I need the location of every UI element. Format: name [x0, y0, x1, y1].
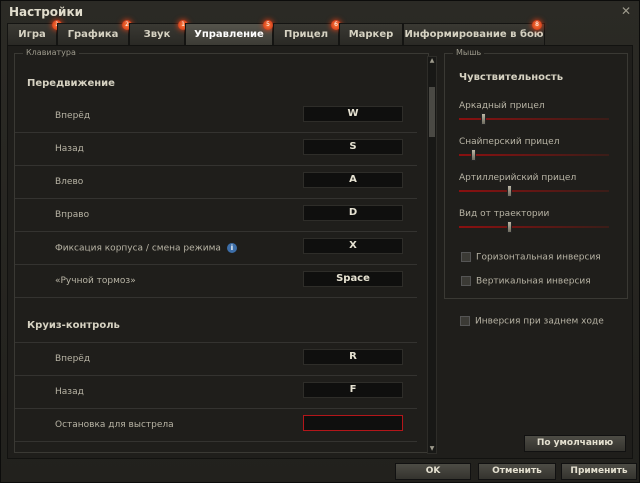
- tab-graphics[interactable]: Графика 2: [57, 20, 132, 45]
- slider-label: Снайперский прицел: [459, 137, 560, 147]
- section-cruise-title: Круиз-контроль: [27, 320, 120, 331]
- sensitivity-title: Чувствительность: [459, 72, 564, 83]
- horizontal-inversion-checkbox[interactable]: Горизонтальная инверсия: [461, 252, 601, 263]
- key-binding-field[interactable]: S: [303, 139, 403, 155]
- apply-button[interactable]: Применить: [561, 463, 637, 480]
- checkbox-box[interactable]: [461, 276, 471, 286]
- list-item: Фиксация корпуса / смена режима i X: [15, 232, 417, 265]
- key-binding-field[interactable]: F: [303, 382, 403, 398]
- slider-arcade[interactable]: [459, 113, 609, 125]
- settings-window: Настройки ✕ Игра1 Графика2 Звук1 Управле…: [0, 0, 640, 483]
- keyboard-scrollbar[interactable]: ▲ ▼: [427, 56, 437, 454]
- binding-label: Влево: [55, 177, 84, 187]
- keyboard-panel: Клавиатура Передвижение Вперёд W Назад S…: [14, 48, 429, 453]
- list-item: Назад S: [15, 133, 417, 166]
- list-item: Остановка для выстрела: [15, 409, 417, 442]
- slider-handle[interactable]: [506, 185, 512, 197]
- list-item: Вперёд R: [15, 343, 417, 376]
- close-icon[interactable]: ✕: [619, 4, 633, 18]
- scroll-up-icon[interactable]: ▲: [428, 57, 436, 65]
- tab-badge: 5: [263, 20, 273, 30]
- scroll-down-icon[interactable]: ▼: [428, 445, 436, 453]
- tab-game[interactable]: Игра1: [7, 20, 62, 45]
- slider-artillery[interactable]: [459, 185, 609, 197]
- scrollbar-thumb[interactable]: [429, 87, 435, 137]
- list-item: Влево A: [15, 166, 417, 199]
- list-item: «Ручной тормоз» Space: [15, 265, 417, 298]
- binding-label: «Ручной тормоз»: [55, 276, 136, 286]
- binding-label: Назад: [55, 144, 84, 154]
- title-bar: Настройки ✕: [1, 1, 639, 21]
- tab-bar: Игра1 Графика2 Звук1 Управление5 Прицел6…: [7, 20, 627, 45]
- slider-handle[interactable]: [470, 149, 476, 161]
- slider-trajectory[interactable]: [459, 221, 609, 233]
- tab-badge: 8: [532, 20, 542, 30]
- slider-handle[interactable]: [480, 113, 486, 125]
- settings-content: Клавиатура Передвижение Вперёд W Назад S…: [7, 45, 633, 459]
- slider-sniper[interactable]: [459, 149, 609, 161]
- tab-marker[interactable]: Маркер: [339, 23, 403, 45]
- ok-button[interactable]: OK: [395, 463, 471, 480]
- checkbox-box[interactable]: [460, 316, 470, 326]
- vertical-inversion-checkbox[interactable]: Вертикальная инверсия: [461, 276, 591, 287]
- info-icon[interactable]: i: [226, 243, 237, 253]
- binding-label: Вперёд: [55, 354, 91, 364]
- section-movement-title: Передвижение: [27, 78, 115, 89]
- slider-label: Вид от траектории: [459, 209, 550, 219]
- mouse-panel: Мышь Чувствительность Аркадный прицел Сн…: [444, 48, 628, 299]
- mouse-legend: Мышь: [453, 48, 485, 57]
- list-item: Вперёд W: [15, 100, 417, 133]
- cancel-button[interactable]: Отменить: [478, 463, 556, 480]
- key-binding-field[interactable]: X: [303, 238, 403, 254]
- checkbox-box[interactable]: [461, 252, 471, 262]
- tab-battle-info[interactable]: Информирование в бою 8: [403, 20, 545, 45]
- keyboard-legend: Клавиатура: [23, 48, 79, 57]
- slider-label: Артиллерийский прицел: [459, 173, 577, 183]
- binding-label: Фиксация корпуса / смена режима i: [55, 243, 237, 254]
- key-binding-field[interactable]: Space: [303, 271, 403, 287]
- slider-handle[interactable]: [506, 221, 512, 233]
- tab-sound[interactable]: Звук 1: [129, 20, 188, 45]
- tab-sight[interactable]: Прицел 6: [273, 20, 341, 45]
- key-binding-field[interactable]: W: [303, 106, 403, 122]
- slider-label: Аркадный прицел: [459, 101, 545, 111]
- reverse-inversion-checkbox[interactable]: Инверсия при заднем ходе: [460, 316, 604, 327]
- list-item: Вправо D: [15, 199, 417, 232]
- tab-controls[interactable]: Управление 5: [185, 20, 273, 45]
- binding-label: Вправо: [55, 210, 90, 220]
- binding-label: Вперёд: [55, 111, 91, 121]
- list-item: Назад F: [15, 376, 417, 409]
- key-binding-field[interactable]: R: [303, 349, 403, 365]
- binding-label: Назад: [55, 387, 84, 397]
- window-title: Настройки: [9, 5, 84, 19]
- binding-label: Остановка для выстрела: [55, 420, 174, 430]
- key-binding-field[interactable]: D: [303, 205, 403, 221]
- keyboard-list: Передвижение Вперёд W Назад S Влево A Вп…: [15, 58, 420, 450]
- key-binding-field-unassigned[interactable]: [303, 415, 403, 431]
- default-button[interactable]: По умолчанию: [524, 435, 626, 452]
- key-binding-field[interactable]: A: [303, 172, 403, 188]
